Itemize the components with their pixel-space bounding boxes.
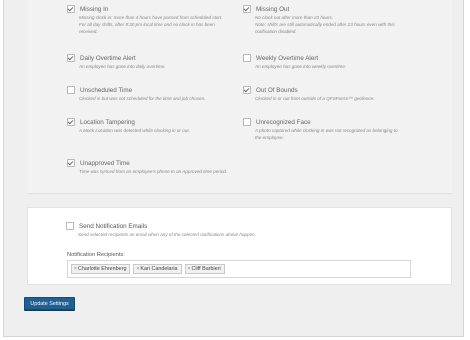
unscheduled-time-desc: Clocked in but was not scheduled for the… [79,96,206,101]
settings-frame: Missing In Missing clock in: more than 4… [3,0,464,337]
remove-recipient-icon[interactable]: × [188,266,191,272]
missing-in-checkbox[interactable] [67,5,75,13]
weekly-overtime-checkbox[interactable] [243,54,251,62]
alert-location-tampering: Location Tampering A Mock Location was d… [67,118,242,134]
send-emails-checkbox[interactable] [66,222,74,230]
recipients-input[interactable]: × Charlotte Ehrenberg × Kari Candelaria … [67,260,411,278]
daily-overtime-title: Daily Overtime Alert [80,54,136,62]
out-of-bounds-title: Out Of Bounds [256,86,298,94]
alert-missing-in: Missing In Missing clock in: more than 4… [67,5,242,35]
missing-out-desc: No clock out after more than 23 hours. N… [255,15,395,34]
daily-overtime-desc: An employee has gone into daily overtime… [79,64,166,69]
missing-out-title: Missing Out [256,5,290,13]
recipient-tag: × Charlotte Ehrenberg [71,264,131,274]
out-of-bounds-desc: Clocked in or out from outside of a QFSF… [255,96,375,101]
location-tampering-checkbox[interactable] [67,118,75,126]
alert-unscheduled-time: Unscheduled Time Clocked in but was not … [67,86,242,102]
out-of-bounds-checkbox[interactable] [243,86,251,94]
daily-overtime-checkbox[interactable] [67,54,75,62]
send-emails-row: Send Notification Emails [66,222,147,230]
alert-out-of-bounds: Out Of Bounds Clocked in or out from out… [243,86,443,102]
weekly-overtime-title: Weekly Overtime Alert [256,54,319,62]
recipient-name: Kari Candelaria [140,266,178,272]
weekly-overtime-desc: An employee has gone into weekly overtim… [255,64,347,69]
recipient-name: Charlotte Ehrenberg [77,266,127,272]
send-emails-title: Send Notification Emails [79,222,148,230]
email-panel: Send Notification Emails Send selected r… [27,207,452,285]
unapproved-time-checkbox[interactable] [67,159,75,167]
remove-recipient-icon[interactable]: × [74,266,77,272]
recipient-tag: × Cliff Barbieri [184,264,225,274]
unapproved-time-title: Unapproved Time [80,159,130,167]
location-tampering-desc: A Mock Location was detected while clock… [79,128,190,133]
unscheduled-time-title: Unscheduled Time [80,86,133,94]
alert-daily-overtime: Daily Overtime Alert An employee has gon… [67,54,242,70]
location-tampering-title: Location Tampering [80,118,135,126]
update-settings-button[interactable]: Update Settings [24,297,75,310]
alert-weekly-overtime: Weekly Overtime Alert An employee has go… [243,54,443,70]
recipient-tag: × Kari Candelaria [133,264,182,274]
remove-recipient-icon[interactable]: × [136,266,139,272]
unapproved-time-desc: Time was synced from an employee's phone… [79,169,228,174]
missing-out-checkbox[interactable] [243,5,251,13]
recipients-label: Notification Recipients: [67,252,125,258]
send-emails-desc: Send selected recipients an email when a… [78,232,256,237]
recipient-name: Cliff Barbieri [191,266,221,272]
unrecognized-face-checkbox[interactable] [243,118,251,126]
unscheduled-time-checkbox[interactable] [67,86,75,94]
missing-in-title: Missing In [80,5,109,13]
unrecognized-face-desc: A photo captured while clocking in was n… [255,128,398,140]
alert-unapproved-time: Unapproved Time Time was synced from an … [67,159,267,175]
alerts-panel: Missing In Missing clock in: more than 4… [27,0,452,194]
alert-unrecognized-face: Unrecognized Face A photo captured while… [243,118,443,141]
unrecognized-face-title: Unrecognized Face [256,118,311,126]
alert-missing-out: Missing Out No clock out after more than… [243,5,443,35]
missing-in-desc: Missing clock in: more than 4 hours have… [79,15,223,34]
